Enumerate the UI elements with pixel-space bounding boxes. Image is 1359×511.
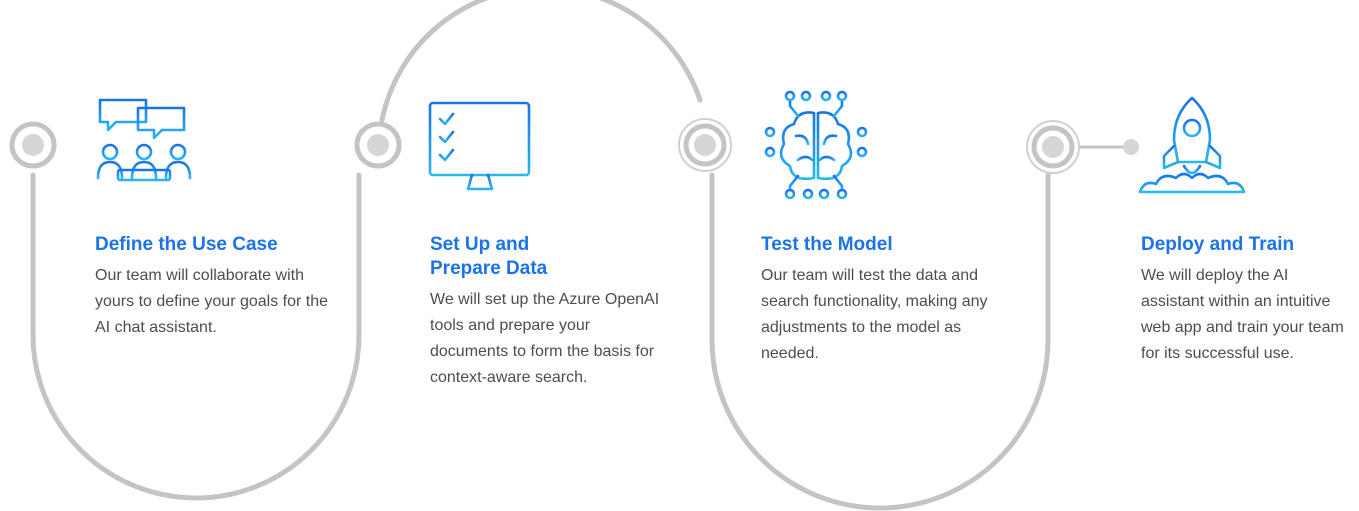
step-3: Test the Model Our team will test the da…	[761, 233, 1021, 367]
step-title: Define the Use Case	[95, 234, 278, 255]
step-node-2	[354, 121, 402, 169]
ai-brain-icon	[764, 90, 868, 200]
step-title: Deploy and Train	[1141, 234, 1295, 255]
checklist-monitor-icon	[428, 101, 531, 191]
step-description: Our team will collaborate with yours to …	[95, 267, 329, 336]
track-end-dot	[1123, 139, 1139, 155]
step-1: Define the Use Case Our team will collab…	[95, 233, 345, 341]
step-node-1	[9, 121, 57, 169]
step-title: Set Up and Prepare Data	[430, 234, 548, 279]
track-segment-2	[379, 0, 703, 123]
step-title: Test the Model	[761, 234, 893, 255]
rocket-launch-icon	[1138, 96, 1246, 194]
step-4: Deploy and Train We will deploy the AI a…	[1141, 233, 1357, 367]
step-description: We will deploy the AI assistant within a…	[1141, 267, 1344, 362]
team-chat-icon	[94, 98, 192, 192]
step-node-4	[1026, 120, 1080, 174]
step-2: Set Up and Prepare Data We will set up t…	[430, 233, 680, 391]
step-description: Our team will test the data and search f…	[761, 267, 988, 362]
step-node-3	[678, 118, 732, 172]
step-description: We will set up the Azure OpenAI tools an…	[430, 291, 660, 386]
